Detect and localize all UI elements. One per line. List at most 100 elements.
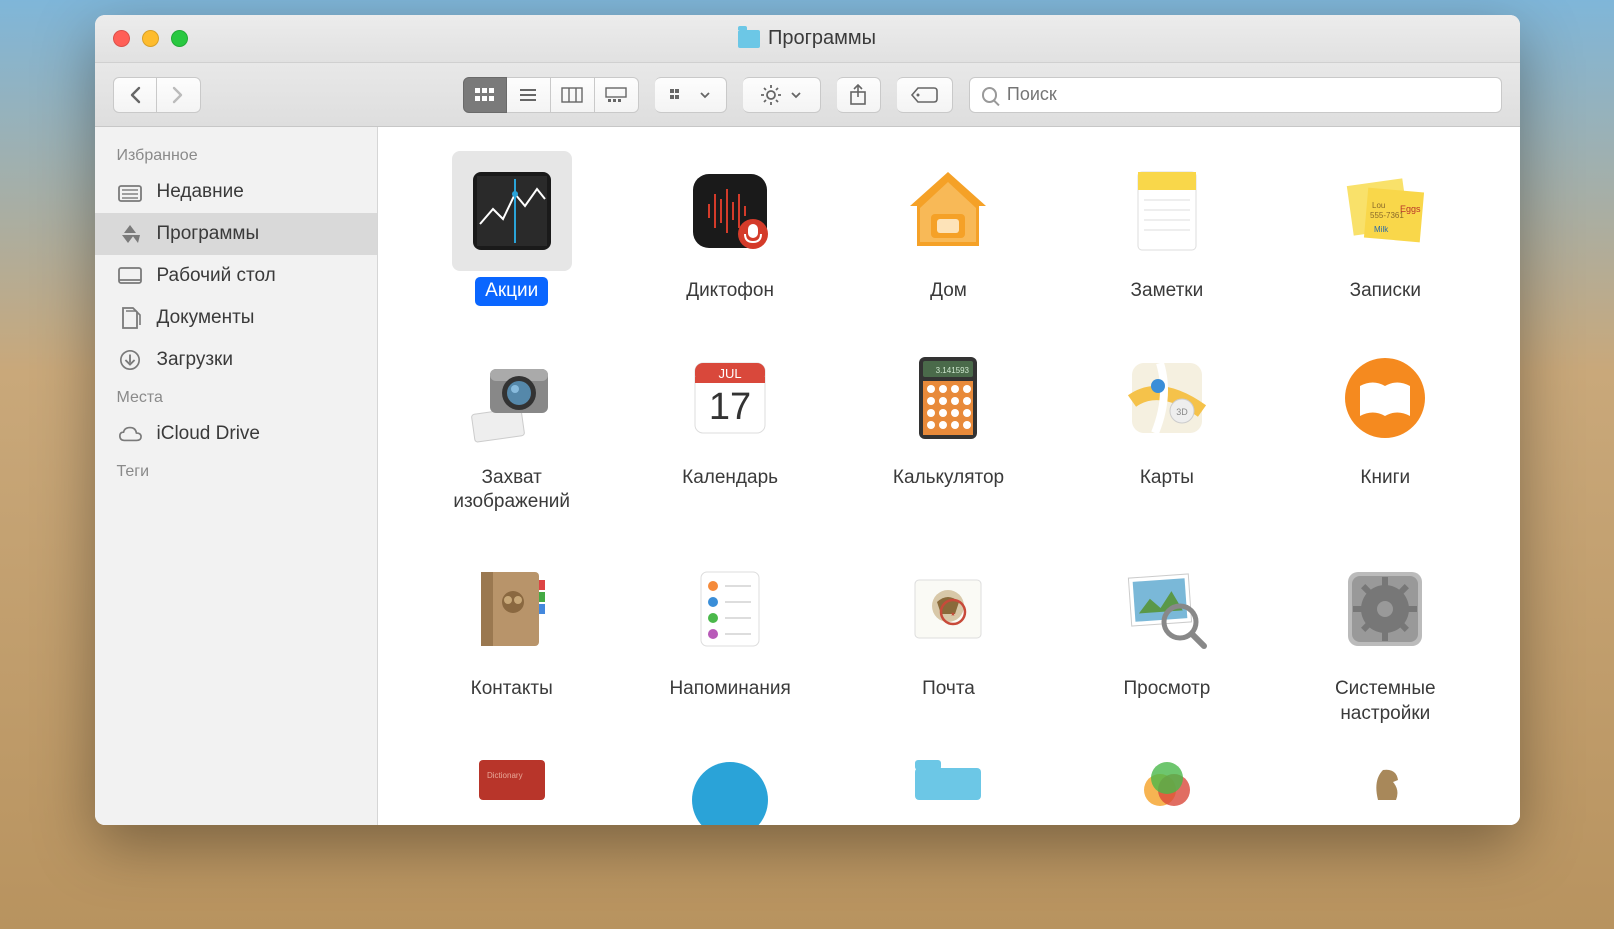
app-label: Захват изображений xyxy=(414,464,610,517)
app-reminders[interactable]: Напоминания xyxy=(626,543,834,734)
app-chess[interactable] xyxy=(1281,754,1489,806)
app-photos[interactable] xyxy=(1063,754,1271,806)
svg-text:3D: 3D xyxy=(1176,407,1188,417)
app-folder[interactable] xyxy=(844,754,1052,806)
arrange-button[interactable] xyxy=(655,77,727,113)
app-preview[interactable]: Просмотр xyxy=(1063,543,1271,734)
search-box[interactable] xyxy=(969,77,1502,113)
sidebar-item-label: Документы xyxy=(157,307,255,329)
svg-text:Dictionary: Dictionary xyxy=(487,771,523,780)
app-contacts[interactable]: Контакты xyxy=(408,543,616,734)
action-button[interactable] xyxy=(743,77,821,113)
contacts-icon xyxy=(452,549,572,669)
svg-text:Milk: Milk xyxy=(1374,225,1389,234)
tags-button[interactable] xyxy=(897,77,953,113)
sidebar-item-label: iCloud Drive xyxy=(157,423,260,445)
minimize-button[interactable] xyxy=(142,30,159,47)
sidebar-item-apps[interactable]: Программы xyxy=(95,213,377,255)
imagecapture-icon xyxy=(452,338,572,458)
titlebar: Программы xyxy=(95,15,1520,63)
back-button[interactable] xyxy=(113,77,157,113)
search-input[interactable] xyxy=(1007,84,1489,105)
folder-icon xyxy=(888,760,1008,800)
app-label: Заметки xyxy=(1121,277,1214,306)
app-imagecapture[interactable]: Захват изображений xyxy=(408,332,616,523)
books-icon xyxy=(1325,338,1445,458)
app-stocks[interactable]: Акции xyxy=(408,145,616,312)
recents-icon xyxy=(117,181,143,203)
svg-text:★: ★ xyxy=(951,611,956,618)
app-label: Системные настройки xyxy=(1287,675,1483,728)
sidebar-item-label: Загрузки xyxy=(157,349,233,371)
app-books[interactable]: Книги xyxy=(1281,332,1489,523)
app-stickies[interactable]: Lou555-7361EggsMilkЗаписки xyxy=(1281,145,1489,312)
svg-text:Eggs: Eggs xyxy=(1400,204,1421,214)
chess-icon xyxy=(1325,760,1445,800)
app-home[interactable]: Дом xyxy=(844,145,1052,312)
sidebar-item-icloud[interactable]: iCloud Drive xyxy=(95,413,377,455)
calendar-icon: JUL17 xyxy=(670,338,790,458)
content-area: АкцииДиктофонДомЗаметкиLou555-7361EggsMi… xyxy=(378,127,1520,825)
icloud-icon xyxy=(117,423,143,445)
documents-icon xyxy=(117,307,143,329)
blueapp-icon xyxy=(670,760,790,800)
sidebar-item-documents[interactable]: Документы xyxy=(95,297,377,339)
app-mail[interactable]: ★Почта xyxy=(844,543,1052,734)
sidebar: ИзбранноеНедавниеПрограммыРабочий столДо… xyxy=(95,127,378,825)
view-buttons xyxy=(463,77,639,113)
svg-text:JUL: JUL xyxy=(719,366,742,381)
maps-icon: 3D xyxy=(1107,338,1227,458)
sidebar-item-downloads[interactable]: Загрузки xyxy=(95,339,377,381)
dictionary-icon: Dictionary xyxy=(452,760,572,800)
close-button[interactable] xyxy=(113,30,130,47)
mail-icon: ★ xyxy=(888,549,1008,669)
sidebar-item-label: Рабочий стол xyxy=(157,265,276,287)
app-dictionary[interactable]: Dictionary xyxy=(408,754,616,806)
icon-view-button[interactable] xyxy=(463,77,507,113)
photos-icon xyxy=(1107,760,1227,800)
app-label: Напоминания xyxy=(659,675,800,704)
list-view-button[interactable] xyxy=(507,77,551,113)
gallery-view-button[interactable] xyxy=(595,77,639,113)
downloads-icon xyxy=(117,349,143,371)
traffic-lights xyxy=(113,30,188,47)
search-icon xyxy=(982,87,997,103)
notes-icon xyxy=(1107,151,1227,271)
column-view-button[interactable] xyxy=(551,77,595,113)
voicememos-icon xyxy=(670,151,790,271)
sidebar-item-desktop[interactable]: Рабочий стол xyxy=(95,255,377,297)
sidebar-item-label: Программы xyxy=(157,223,260,245)
folder-icon xyxy=(738,30,760,48)
app-calendar[interactable]: JUL17 Календарь xyxy=(626,332,834,523)
share-button[interactable] xyxy=(837,77,881,113)
app-label: Просмотр xyxy=(1114,675,1221,704)
stickies-icon: Lou555-7361EggsMilk xyxy=(1325,151,1445,271)
icon-grid: АкцииДиктофонДомЗаметкиLou555-7361EggsMi… xyxy=(408,145,1490,806)
stocks-icon xyxy=(452,151,572,271)
app-notes[interactable]: Заметки xyxy=(1063,145,1271,312)
app-blueapp[interactable] xyxy=(626,754,834,806)
app-calculator[interactable]: 3.141593 Калькулятор xyxy=(844,332,1052,523)
sidebar-section-title: Места xyxy=(95,381,377,413)
app-label: Калькулятор xyxy=(883,464,1014,493)
forward-button[interactable] xyxy=(157,77,201,113)
app-label: Карты xyxy=(1130,464,1204,493)
app-label: Записки xyxy=(1340,277,1431,306)
sidebar-item-label: Недавние xyxy=(157,181,244,203)
app-label: Диктофон xyxy=(676,277,784,306)
app-label: Акции xyxy=(475,277,548,306)
home-icon xyxy=(888,151,1008,271)
reminders-icon xyxy=(670,549,790,669)
preview-icon xyxy=(1107,549,1227,669)
app-voicememos[interactable]: Диктофон xyxy=(626,145,834,312)
apps-icon xyxy=(117,223,143,245)
calculator-icon: 3.141593 xyxy=(888,338,1008,458)
sidebar-item-recents[interactable]: Недавние xyxy=(95,171,377,213)
systemprefs-icon xyxy=(1325,549,1445,669)
svg-text:Lou: Lou xyxy=(1372,201,1385,210)
maximize-button[interactable] xyxy=(171,30,188,47)
app-systemprefs[interactable]: Системные настройки xyxy=(1281,543,1489,734)
app-label: Календарь xyxy=(672,464,788,493)
sidebar-section-title: Теги xyxy=(95,455,377,487)
app-maps[interactable]: 3D Карты xyxy=(1063,332,1271,523)
